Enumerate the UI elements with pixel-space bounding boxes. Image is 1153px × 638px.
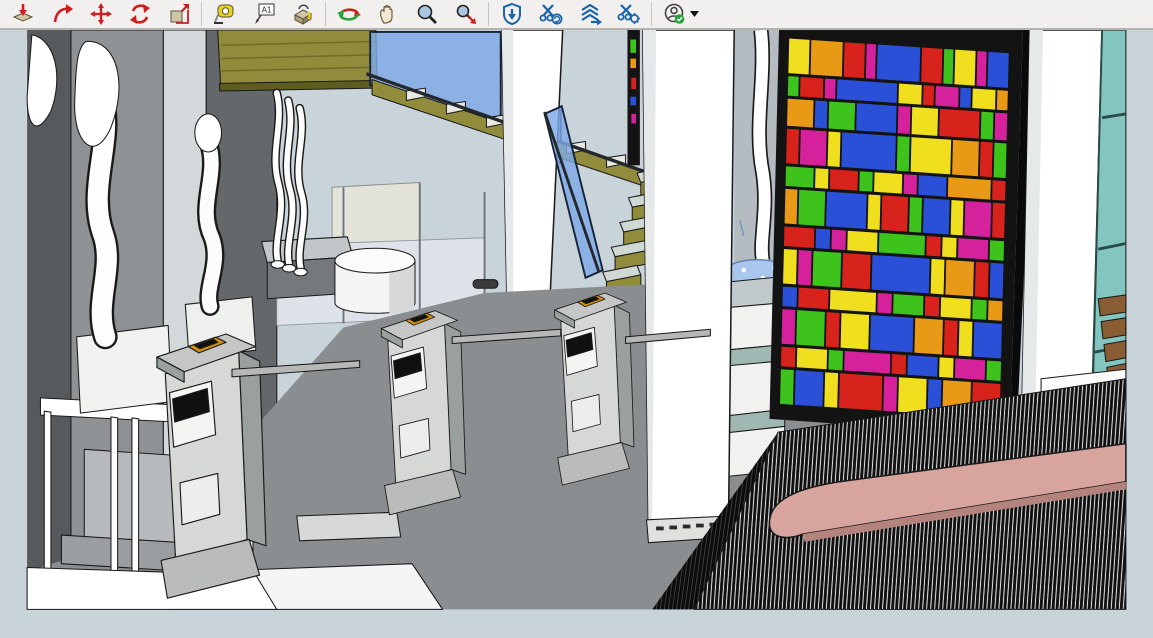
text-tool-glyph: A1 xyxy=(261,6,271,15)
account-button[interactable] xyxy=(655,1,707,27)
pedestal-1[interactable] xyxy=(77,325,172,413)
rotate-icon xyxy=(128,2,152,26)
scissors-sync-icon xyxy=(539,2,563,26)
toolbar-separator xyxy=(651,2,652,26)
zoom-icon xyxy=(415,2,439,26)
turnstile-3[interactable] xyxy=(555,293,634,485)
orbit-icon xyxy=(337,2,361,26)
move-icon xyxy=(89,2,113,26)
tool-zoom-button[interactable] xyxy=(407,1,446,27)
scale-icon xyxy=(167,2,191,26)
mezzanine-wood-soffit[interactable] xyxy=(218,30,377,91)
tool-text-button[interactable]: A1 xyxy=(244,1,283,27)
plugin-shield-download-button[interactable] xyxy=(492,1,531,27)
tool-tape-measure-button[interactable] xyxy=(205,1,244,27)
pan-icon xyxy=(376,2,400,26)
scissors-gear-icon xyxy=(617,2,641,26)
toolbar-separator xyxy=(488,2,489,26)
account-icon xyxy=(663,2,687,26)
toolbar-separator xyxy=(201,2,202,26)
toolbar-separator xyxy=(325,2,326,26)
toolbar: A1 xyxy=(0,0,1153,30)
text-icon: A1 xyxy=(252,2,276,26)
paint-bucket-icon xyxy=(291,2,315,26)
tool-follow-me-button[interactable] xyxy=(42,1,81,27)
round-planter[interactable] xyxy=(335,248,415,315)
tool-rotate-button[interactable] xyxy=(120,1,159,27)
account-dropdown-icon xyxy=(690,11,700,18)
white-column-b[interactable] xyxy=(643,30,734,543)
zoom-extents-icon xyxy=(454,2,478,26)
tool-push-pull-button[interactable] xyxy=(3,1,42,27)
tool-paint-bucket-button[interactable] xyxy=(283,1,322,27)
tool-zoom-extents-button[interactable] xyxy=(446,1,485,27)
wall-vent[interactable] xyxy=(473,280,498,289)
tool-scale-button[interactable] xyxy=(159,1,198,27)
stained-glass-wall[interactable] xyxy=(769,30,1035,440)
water-jet[interactable] xyxy=(759,30,764,261)
tool-move-button[interactable] xyxy=(81,1,120,27)
layers-export-icon xyxy=(578,2,602,26)
model-scene xyxy=(0,30,1153,638)
shield-download-icon xyxy=(500,2,524,26)
push-pull-icon xyxy=(11,2,35,26)
viewport-3d[interactable] xyxy=(0,30,1153,638)
tape-measure-icon xyxy=(213,2,237,26)
follow-me-icon xyxy=(50,2,74,26)
tool-pan-button[interactable] xyxy=(368,1,407,27)
plugin-cut-settings-button[interactable] xyxy=(609,1,648,27)
tool-orbit-button[interactable] xyxy=(329,1,368,27)
plugin-layers-export-button[interactable] xyxy=(570,1,609,27)
plugin-cut-sync-button[interactable] xyxy=(531,1,570,27)
